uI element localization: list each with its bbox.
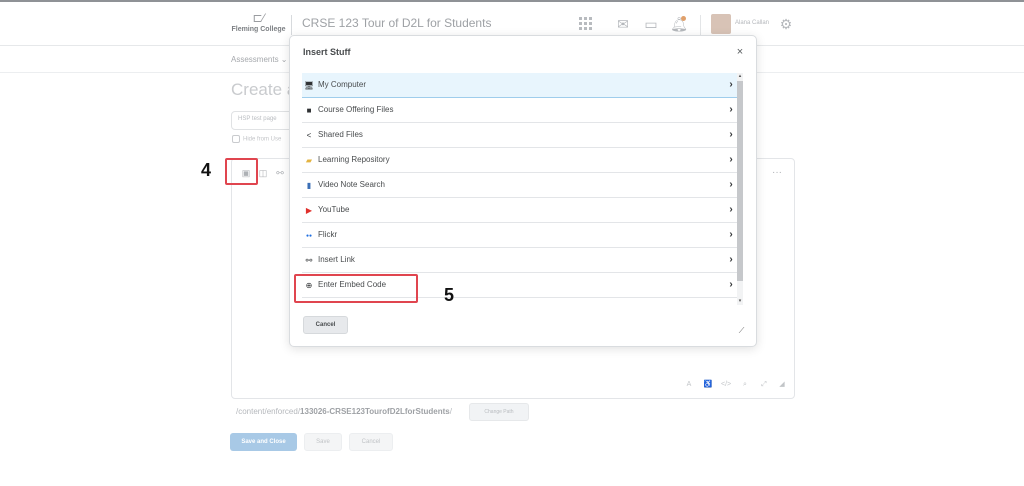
logo-mark-icon: ⊏⁄ [252, 11, 265, 25]
path-prefix: /content/enforced/ [236, 407, 301, 416]
source-code-icon[interactable]: </> [721, 380, 731, 390]
list-item-youtube[interactable]: ▶ YouTube › [302, 198, 738, 223]
user-name[interactable]: Alana Callan [735, 20, 769, 26]
learning-repository-icon: ▰ [305, 156, 313, 165]
list-item-flickr[interactable]: ●● Flickr › [302, 223, 738, 248]
insert-image-icon[interactable]: ◫ [257, 167, 269, 179]
divider [700, 15, 701, 35]
youtube-icon: ▶ [305, 206, 313, 215]
computer-icon: 🖥 [304, 81, 315, 90]
fleming-college-logo[interactable]: ⊏⁄ Fleming College [231, 11, 286, 39]
spellcheck-icon[interactable]: A [684, 380, 694, 390]
close-icon[interactable]: × [734, 47, 746, 59]
list-item-insert-link[interactable]: ⚯ Insert Link › [302, 248, 738, 273]
chevron-right-icon: › [729, 104, 733, 115]
assessments-menu[interactable]: Assessments ⌄ [231, 55, 288, 64]
avatar[interactable] [711, 14, 731, 34]
video-note-icon: ▮ [306, 181, 312, 190]
dialog-cancel-button[interactable]: Cancel [303, 316, 348, 334]
fullscreen-icon[interactable]: ⤢ [759, 380, 769, 390]
chevron-right-icon: › [729, 129, 733, 140]
page-title: Create a [231, 80, 297, 99]
list-item-learning-repository[interactable]: ▰ Learning Repository › [302, 148, 738, 173]
list-item-label: My Computer [318, 80, 367, 89]
resize-icon[interactable]: ◢ [777, 380, 787, 390]
gear-icon[interactable]: ⚙ [777, 15, 795, 33]
insert-link-icon[interactable]: ⚯ [274, 167, 286, 179]
hide-label: Hide from Use [243, 136, 282, 143]
share-icon: < [306, 131, 312, 140]
hide-from-users-checkbox[interactable]: Hide from Use [232, 135, 281, 143]
list-item-label: Learning Repository [318, 155, 390, 164]
list-item-label: Insert Link [318, 255, 355, 264]
logo-text: Fleming College [231, 26, 286, 33]
list-scrollbar[interactable]: ▴ ▾ [737, 73, 743, 305]
link-icon: ⚯ [305, 256, 313, 265]
list-item-label: Course Offering Files [318, 105, 394, 114]
notification-dot [681, 16, 686, 21]
accessibility-icon[interactable]: ♿ [703, 380, 713, 390]
list-item-label: Video Note Search [318, 180, 386, 189]
chevron-right-icon: › [729, 179, 733, 190]
list-item-my-computer[interactable]: 🖥 My Computer › [302, 73, 738, 98]
content-path: /content/enforced/133026-CRSE123TourofD2… [236, 407, 452, 416]
preview-icon[interactable]: ⌕ [740, 380, 750, 390]
waffle-grid-icon[interactable] [577, 15, 595, 33]
list-item-label: YouTube [318, 205, 350, 214]
save-button[interactable]: Save [304, 433, 342, 451]
step-4-highlight-box [225, 158, 258, 185]
scroll-up-icon[interactable]: ▴ [737, 73, 743, 79]
page-name-input[interactable]: HSP test page [231, 111, 296, 130]
mail-icon[interactable]: ✉ [614, 15, 632, 33]
list-item-course-offering-files[interactable]: ■ Course Offering Files › [302, 98, 738, 123]
step-5-label: 5 [444, 285, 455, 305]
course-title[interactable]: CRSE 123 Tour of D2L for Students [302, 16, 491, 30]
chevron-right-icon: › [729, 79, 733, 90]
chevron-right-icon: › [729, 204, 733, 215]
flickr-icon: ●● [305, 233, 313, 239]
chevron-right-icon: › [729, 254, 733, 265]
scroll-down-icon[interactable]: ▾ [737, 298, 743, 304]
list-item-shared-files[interactable]: < Shared Files › [302, 123, 738, 148]
path-suffix: / [449, 407, 452, 416]
dialog-resize-icon[interactable]: ⟋ [737, 326, 746, 335]
step-5-highlight-box [294, 274, 418, 303]
path-folder: 133026-CRSE123TourofD2LforStudents [300, 407, 450, 416]
chevron-right-icon: › [729, 229, 733, 240]
list-item-label: Shared Files [318, 130, 363, 139]
list-item-video-note-search[interactable]: ▮ Video Note Search › [302, 173, 738, 198]
chevron-right-icon: › [729, 154, 733, 165]
folder-icon: ■ [306, 106, 312, 115]
step-4-label: 4 [201, 160, 212, 180]
dialog-title: Insert Stuff [303, 47, 351, 57]
chevron-right-icon: › [729, 279, 733, 290]
list-item-label: Flickr [318, 230, 338, 239]
scrollbar-thumb[interactable] [737, 81, 743, 281]
chat-icon[interactable]: ▭ [642, 15, 660, 33]
more-options-icon[interactable]: ··· [772, 167, 782, 178]
source-list: 🖥 My Computer › ■ Course Offering Files … [302, 73, 740, 305]
checkbox[interactable] [232, 135, 240, 143]
save-and-close-button[interactable]: Save and Close [230, 433, 297, 451]
divider [291, 15, 292, 35]
cancel-button[interactable]: Cancel [349, 433, 393, 451]
change-path-button[interactable]: Change Path [469, 403, 529, 421]
